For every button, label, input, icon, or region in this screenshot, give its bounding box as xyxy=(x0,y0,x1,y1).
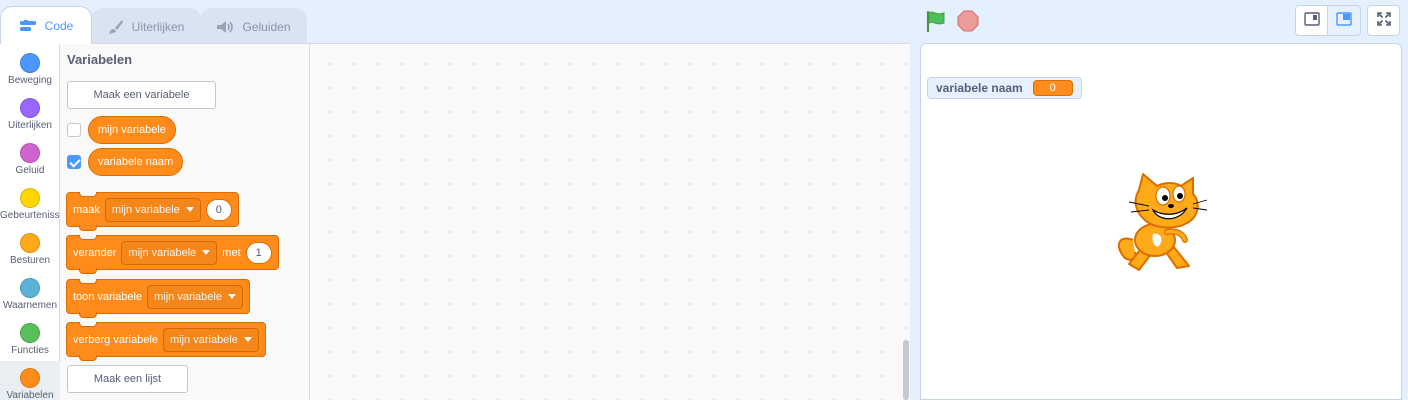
category-sound[interactable]: Geluid xyxy=(0,136,60,181)
fullscreen-icon xyxy=(1376,11,1392,30)
category-control[interactable]: Besturen xyxy=(0,226,60,271)
hide-variable-block[interactable]: verberg variabele mijn variabele xyxy=(66,322,266,361)
script-workspace[interactable] xyxy=(310,43,910,400)
dropdown-value: mijn variabele xyxy=(170,333,238,346)
normal-stage-button[interactable] xyxy=(1328,5,1361,36)
value-input[interactable]: 0 xyxy=(205,198,232,221)
category-dot xyxy=(20,368,40,388)
variable-checkbox-variabele-naam[interactable] xyxy=(67,155,81,169)
make-variable-button[interactable]: Maak een variabele xyxy=(67,81,216,109)
speaker-icon xyxy=(216,20,234,34)
category-label: Gebeurtenissen xyxy=(0,210,60,221)
variable-reporter-variabele-naam[interactable]: variabele naam xyxy=(88,148,184,176)
tab-sounds[interactable]: Geluiden xyxy=(200,8,307,44)
tab-costumes[interactable]: Uiterlijken xyxy=(91,8,201,44)
category-label: Waarnemen xyxy=(2,300,58,311)
category-dot xyxy=(20,53,40,73)
normal-stage-icon xyxy=(1336,12,1352,29)
tab-costumes-label: Uiterlijken xyxy=(131,19,185,34)
stage-size-controls xyxy=(1295,5,1400,36)
caret-down-icon xyxy=(202,250,211,255)
category-dot xyxy=(20,98,40,118)
editor-tabs: Code Uiterlijken Geluiden xyxy=(0,6,307,44)
block-palette: Variabelen Maak een variabele mijn varia… xyxy=(60,43,310,400)
green-flag-icon[interactable] xyxy=(924,9,948,33)
category-label: Functies xyxy=(11,345,49,356)
small-stage-button[interactable] xyxy=(1295,5,1328,36)
caret-down-icon xyxy=(185,207,194,212)
monitor-value: 0 xyxy=(1032,80,1073,96)
dropdown-value: mijn variabele xyxy=(154,290,222,303)
category-label: Besturen xyxy=(9,255,51,266)
block-text: verander xyxy=(73,246,117,259)
variable-reporter-mijn-variabele[interactable]: mijn variabele xyxy=(88,116,176,144)
change-variable-block[interactable]: verander mijn variabele met 1 xyxy=(66,235,279,274)
show-variable-block[interactable]: toon variabele mijn variabele xyxy=(66,279,250,318)
dropdown-value: mijn variabele xyxy=(128,246,197,259)
caret-down-icon xyxy=(227,294,236,299)
variable-checkbox-mijn-variabele[interactable] xyxy=(67,123,81,137)
tab-code-label: Code xyxy=(44,18,74,33)
variable-dropdown[interactable]: mijn variabele xyxy=(147,284,243,309)
tab-code[interactable]: Code xyxy=(0,6,92,44)
variable-dropdown[interactable]: mijn variabele xyxy=(163,327,259,352)
category-dot xyxy=(20,188,40,208)
caret-down-icon xyxy=(243,337,252,342)
category-label: Beweging xyxy=(8,75,52,86)
category-label: Variabelen xyxy=(6,390,54,400)
category-operators[interactable]: Functies xyxy=(0,316,60,361)
variable-monitor[interactable]: variabele naam 0 xyxy=(927,77,1082,99)
variable-dropdown[interactable]: mijn variabele xyxy=(121,240,218,265)
stage[interactable]: variabele naam 0 xyxy=(920,43,1402,400)
category-dot xyxy=(20,278,40,298)
block-text: verberg variabele xyxy=(73,333,158,346)
category-menu: Beweging Uiterlijken Geluid Gebeurteniss… xyxy=(0,43,60,400)
variable-dropdown[interactable]: mijn variabele xyxy=(104,197,201,222)
set-variable-block[interactable]: maak mijn variabele 0 xyxy=(66,192,239,231)
category-dot xyxy=(20,323,40,343)
stop-sign-icon[interactable] xyxy=(956,9,980,33)
category-dot xyxy=(20,233,40,253)
small-stage-icon xyxy=(1303,12,1320,29)
category-events[interactable]: Gebeurtenissen xyxy=(0,181,60,226)
category-motion[interactable]: Beweging xyxy=(0,46,60,91)
code-icon xyxy=(19,19,37,33)
block-text: met xyxy=(222,246,241,259)
block-text: maak xyxy=(73,203,100,216)
make-list-button[interactable]: Maak een lijst xyxy=(67,365,188,393)
cat-sprite[interactable] xyxy=(1113,172,1209,276)
monitor-label: variabele naam xyxy=(936,81,1023,95)
category-variables[interactable]: Variabelen xyxy=(0,361,60,400)
category-label: Uiterlijken xyxy=(8,120,52,131)
fullscreen-button[interactable] xyxy=(1367,5,1400,36)
value-input[interactable]: 1 xyxy=(245,241,272,264)
dropdown-value: mijn variabele xyxy=(111,203,180,216)
category-looks[interactable]: Uiterlijken xyxy=(0,91,60,136)
brush-icon xyxy=(108,19,124,35)
tab-sounds-label: Geluiden xyxy=(242,19,291,34)
workspace-scrollbar[interactable] xyxy=(903,340,909,400)
category-sensing[interactable]: Waarnemen xyxy=(0,271,60,316)
palette-heading: Variabelen xyxy=(67,52,133,67)
category-dot xyxy=(20,143,40,163)
category-label: Geluid xyxy=(15,165,45,176)
block-text: toon variabele xyxy=(73,290,143,303)
